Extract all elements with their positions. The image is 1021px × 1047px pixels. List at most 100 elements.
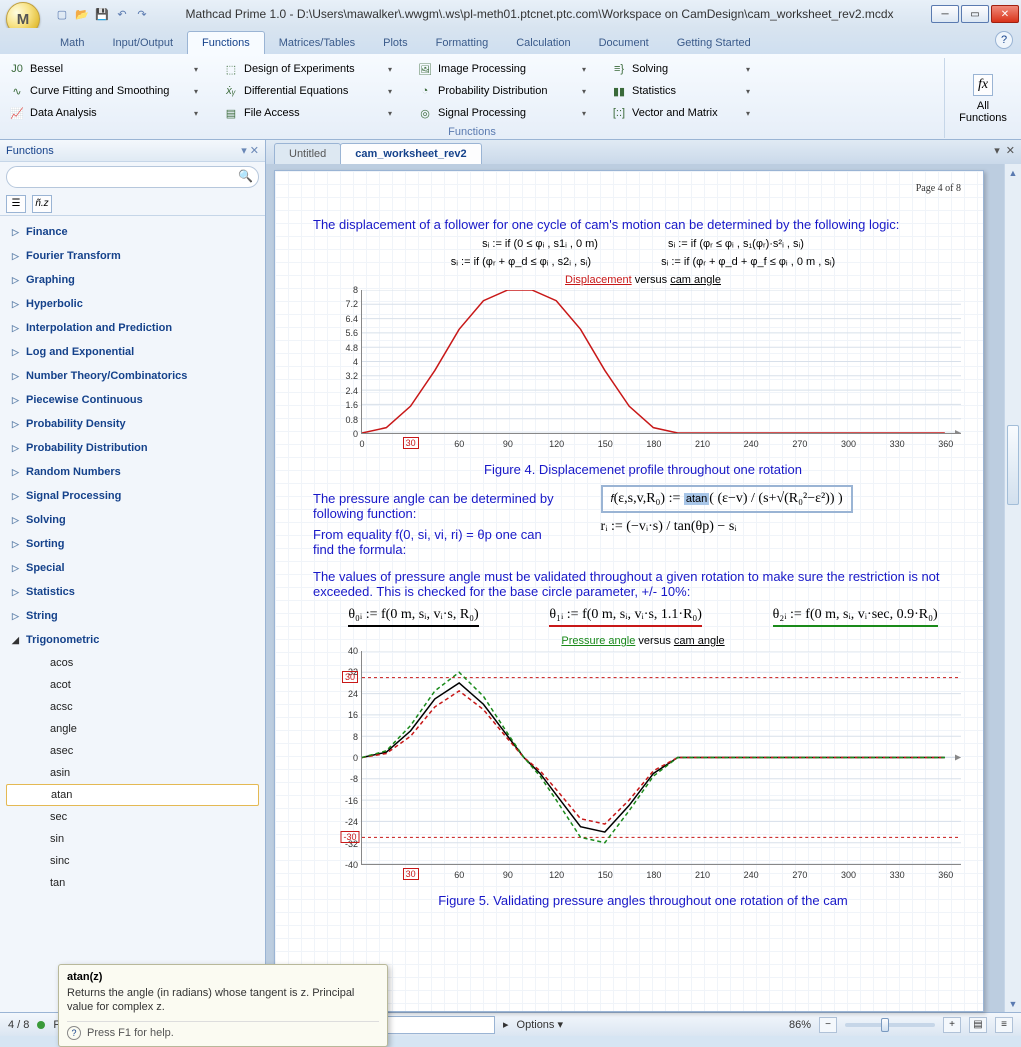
category-string[interactable]: ▷String [0,604,265,628]
intro-text: The displacement of a follower for one c… [313,217,973,232]
category-graphing[interactable]: ▷Graphing [0,268,265,292]
function-angle[interactable]: angle [0,718,265,740]
zoom-value: 86% [789,1019,811,1031]
validation-text: The values of pressure angle must be val… [313,569,973,599]
ribbon-image-processing[interactable]: 🖼Image Processing▾ [416,58,586,80]
doc-tab-camworksheetrev2[interactable]: cam_worksheet_rev2 [340,143,481,164]
minimize-button[interactable]: ─ [931,5,959,23]
help-hint-icon: ? [67,1026,81,1040]
filter-alpha-icon[interactable]: ñ.z [32,195,52,213]
category-logandexponential[interactable]: ▷Log and Exponential [0,340,265,364]
prob-icon: ◔ [416,82,434,100]
category-numbertheorycombinatorics[interactable]: ▷Number Theory/Combinatorics [0,364,265,388]
view-draft-icon[interactable]: ≡ [995,1017,1013,1033]
qat-save-icon[interactable]: 💾 [94,6,110,22]
tooltip-title: atan(z) [67,971,379,983]
function-tan[interactable]: tan [0,872,265,894]
ribbon-tab-plots[interactable]: Plots [369,32,421,54]
ribbon-tab-calculation[interactable]: Calculation [502,32,584,54]
close-button[interactable]: ✕ [991,5,1019,23]
ribbon-tab-inputoutput[interactable]: Input/Output [98,32,187,54]
eq-theta0: θ₀ᵢ := f(0 m, sᵢ, vᵢ·s, R₀) [348,607,478,627]
category-finance[interactable]: ▷Finance [0,220,265,244]
displacement-chart: 87.26.45.64.843.22.41.60.800306090120150… [313,290,973,460]
page-number: Page 4 of 8 [916,183,961,194]
filter-list-icon[interactable]: ☰ [6,195,26,213]
ribbon-doe[interactable]: ⬚Design of Experiments▾ [222,58,392,80]
tab-dropdown-icon[interactable]: ▾ [994,144,1000,157]
ribbon-tab-math[interactable]: Math [46,32,98,54]
pressure-text2: From equality f(0, si, vi, ri) = θp one … [313,527,561,557]
category-piecewisecontinuous[interactable]: ▷Piecewise Continuous [0,388,265,412]
chart1-title: Displacement versus cam angle [313,274,973,286]
pressure-chart: 4032241680-8-16-24-32-403060901201501802… [313,651,973,891]
zoom-out-button[interactable]: − [819,1017,837,1033]
category-fouriertransform[interactable]: ▷Fourier Transform [0,244,265,268]
status-indicator-icon [37,1021,45,1029]
category-probabilitydensity[interactable]: ▷Probability Density [0,412,265,436]
function-search-input[interactable] [6,166,259,188]
category-hyperbolic[interactable]: ▷Hyperbolic [0,292,265,316]
category-interpolationandprediction[interactable]: ▷Interpolation and Prediction [0,316,265,340]
replace-next-icon[interactable]: ▸ [503,1018,509,1031]
pressure-equation-box: f(ε,s,v,R₀) := atan( (ε−v) / (s+√(R₀²−ε²… [601,485,853,513]
eq-theta2: θ₂ᵢ := f(0 m, sᵢ, vᵢ·sec, 0.9·R₀) [773,607,938,627]
qat-redo-icon[interactable]: ↷ [134,6,150,22]
category-statistics[interactable]: ▷Statistics [0,580,265,604]
function-asec[interactable]: asec [0,740,265,762]
function-sinc[interactable]: sinc [0,850,265,872]
ribbon-tab-gettingstarted[interactable]: Getting Started [663,32,765,54]
vertical-scrollbar[interactable]: ▲▼ [1004,164,1021,1012]
doc-tab-untitled[interactable]: Untitled [274,143,341,164]
options-dropdown[interactable]: Options ▾ [517,1018,564,1031]
ribbon-curve-fitting[interactable]: ∿Curve Fitting and Smoothing▾ [8,80,198,102]
category-sorting[interactable]: ▷Sorting [0,532,265,556]
function-atan[interactable]: atan [6,784,259,806]
figure5-caption: Figure 5. Validating pressure angles thr… [313,893,973,908]
category-signalprocessing[interactable]: ▷Signal Processing [0,484,265,508]
zoom-slider[interactable] [845,1023,935,1027]
category-trigonometric[interactable]: ◢Trigonometric [0,628,265,652]
document-page[interactable]: Page 4 of 8 The displacement of a follow… [274,170,984,1012]
tooltip-body: Returns the angle (in radians) whose tan… [67,986,379,1015]
ribbon-tab-document[interactable]: Document [585,32,663,54]
ribbon-statistics[interactable]: ▮▮Statistics▾ [610,80,750,102]
ribbon-bessel[interactable]: J0Bessel▾ [8,58,198,80]
qat-undo-icon[interactable]: ↶ [114,6,130,22]
signal-icon: ◎ [416,104,434,122]
ribbon-solving[interactable]: ≡}Solving▾ [610,58,750,80]
ribbon-probability[interactable]: ◔Probability Distribution▾ [416,80,586,102]
file-icon: ▤ [222,104,240,122]
function-asin[interactable]: asin [0,762,265,784]
ribbon-tab-matricestables[interactable]: Matrices/Tables [265,32,369,54]
category-probabilitydistribution[interactable]: ▷Probability Distribution [0,436,265,460]
function-acsc[interactable]: acsc [0,696,265,718]
r-equation: rᵢ := (−vᵢ·s) / tan(θp) − sᵢ [601,519,737,535]
category-special[interactable]: ▷Special [0,556,265,580]
zoom-in-button[interactable]: + [943,1017,961,1033]
maximize-button[interactable]: ▭ [961,5,989,23]
search-icon[interactable]: 🔍 [238,169,253,183]
tab-close-icon[interactable]: ✕ [1006,144,1015,157]
bessel-icon: J0 [8,60,26,78]
function-acos[interactable]: acos [0,652,265,674]
view-page-icon[interactable]: ▤ [969,1017,987,1033]
ribbon-all-functions[interactable]: fx All Functions [953,58,1013,139]
help-button[interactable]: ? [995,31,1013,49]
function-sec[interactable]: sec [0,806,265,828]
ribbon-file-access[interactable]: ▤File Access▾ [222,102,392,124]
ribbon-diffeq[interactable]: ẋᵧDifferential Equations▾ [222,80,392,102]
function-acot[interactable]: acot [0,674,265,696]
ribbon-signal[interactable]: ◎Signal Processing▾ [416,102,586,124]
qat-open-icon[interactable]: 📂 [74,6,90,22]
ribbon-tab-formatting[interactable]: Formatting [422,32,503,54]
ribbon-data-analysis[interactable]: 📈Data Analysis▾ [8,102,198,124]
qat-new-icon[interactable]: ▢ [54,6,70,22]
category-randomnumbers[interactable]: ▷Random Numbers [0,460,265,484]
image-icon: 🖼 [416,60,434,78]
category-solving[interactable]: ▷Solving [0,508,265,532]
ribbon-vector[interactable]: [::]Vector and Matrix▾ [610,102,750,124]
function-sin[interactable]: sin [0,828,265,850]
pin-icon[interactable]: ▾ ✕ [241,144,259,157]
ribbon-tab-functions[interactable]: Functions [187,31,265,54]
